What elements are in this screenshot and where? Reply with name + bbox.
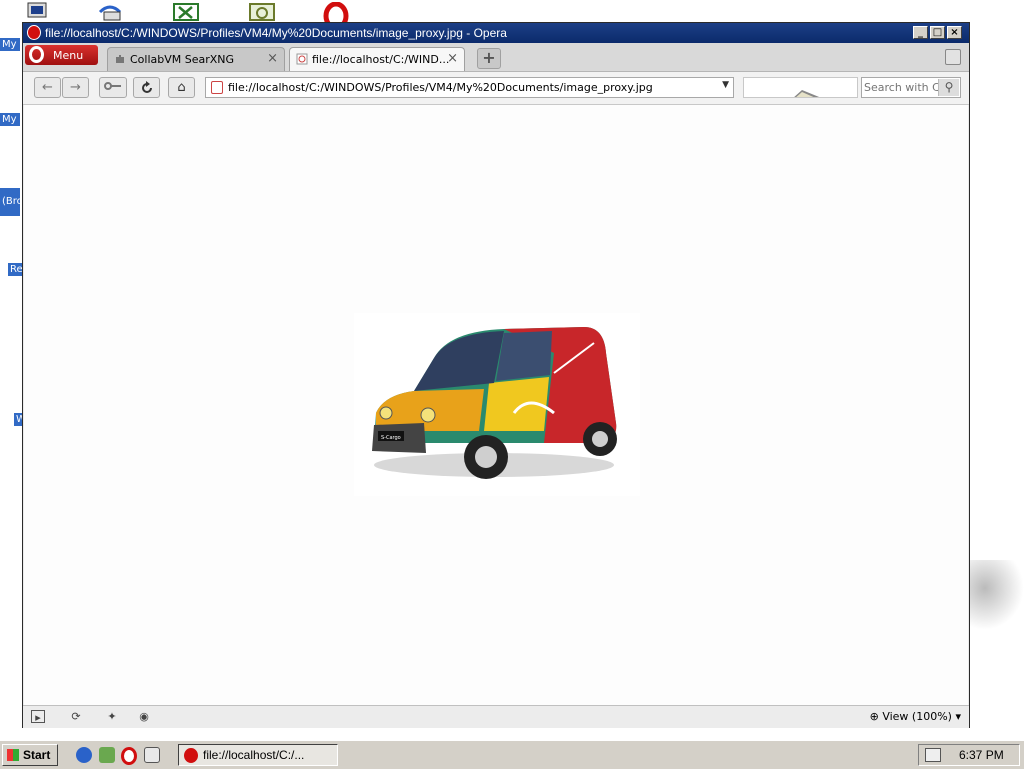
spreadsheet-icon[interactable] [172, 2, 200, 22]
puzzle-icon [116, 55, 124, 63]
zoom-label: View (100%) [882, 710, 952, 723]
taskbar-item-opera[interactable]: file://localhost/C:/... [178, 744, 338, 766]
task-label: file://localhost/C:/... [203, 748, 305, 762]
window-title: file://localhost/C:/WINDOWS/Profiles/VM4… [45, 26, 507, 40]
maximize-button[interactable]: □ [930, 26, 945, 39]
key-button[interactable] [99, 77, 127, 98]
back-button[interactable]: ← [34, 77, 61, 98]
key-icon [104, 82, 121, 90]
tab-image-proxy[interactable]: file://localhost/C:/WIND... × [289, 47, 465, 71]
address-bar[interactable]: file://localhost/C:/WINDOWS/Profiles/VM4… [205, 77, 734, 98]
navigation-bar: ← → ⌂ file://localhost/C:/WINDOWS/Profil… [23, 72, 969, 105]
network-icon[interactable] [96, 2, 124, 22]
reload-icon [141, 81, 152, 93]
desktop-shadow [968, 560, 1024, 630]
opera-logo-icon [27, 25, 41, 40]
tab-searxng[interactable]: CollabVM SearXNG × [107, 47, 285, 71]
address-dropdown-icon[interactable]: ▼ [722, 80, 729, 90]
desktop-label-3[interactable]: (Bro [0, 188, 20, 216]
clock-icon[interactable] [248, 2, 276, 22]
opera-menu-button[interactable]: Menu [25, 45, 98, 65]
start-button[interactable]: Start [2, 744, 58, 766]
turbo-icon[interactable]: ◉ [137, 710, 151, 723]
sync-icon[interactable]: ⟳ [69, 710, 83, 723]
zoom-dropdown-icon: ▾ [955, 710, 961, 723]
opera-icon[interactable] [322, 2, 350, 22]
close-button[interactable]: × [947, 26, 962, 39]
windows-logo-icon [7, 749, 19, 761]
unite-icon[interactable]: ✦ [105, 710, 119, 723]
browser-window: file://localhost/C:/WINDOWS/Profiles/VM4… [22, 22, 970, 728]
car-image[interactable]: S-Cargo [354, 313, 640, 496]
speed-dial-preview [743, 77, 858, 98]
status-bar: ▸ ⟳ ✦ ◉ ⊕ View (100%) ▾ [23, 705, 969, 728]
desktop-label-2[interactable]: My I [0, 113, 20, 126]
opera-menu-icon [29, 46, 44, 63]
van-badge: S-Cargo [381, 435, 401, 441]
my-computer-icon[interactable] [26, 2, 54, 22]
search-box[interactable]: ⚲ [861, 77, 961, 98]
system-tray: 6:37 PM [918, 744, 1020, 766]
page-info-icon [211, 81, 223, 94]
reload-button[interactable] [133, 77, 160, 98]
minimize-button[interactable]: _ [913, 26, 928, 39]
address-input[interactable]: file://localhost/C:/WINDOWS/Profiles/VM4… [228, 81, 653, 94]
zoom-control[interactable]: ⊕ View (100%) ▾ [870, 710, 961, 723]
menu-label: Menu [53, 49, 84, 62]
clock: 6:37 PM [959, 748, 1004, 762]
opera-quicklaunch-icon[interactable] [121, 747, 137, 765]
new-tab-button[interactable]: + [477, 48, 501, 69]
tab-close-icon[interactable]: × [267, 51, 278, 66]
quicklaunch-app-icon[interactable] [144, 747, 160, 763]
trash-icon[interactable] [945, 49, 961, 65]
page-content: S-Cargo [24, 105, 968, 705]
opera-task-icon [184, 748, 198, 763]
tab-bar: Menu CollabVM SearXNG × file://localhost… [23, 43, 969, 72]
tab-label: file://localhost/C:/WIND... [312, 53, 450, 66]
page-icon [296, 53, 308, 65]
search-input[interactable] [864, 80, 938, 95]
forward-button[interactable]: → [62, 77, 89, 98]
home-button[interactable]: ⌂ [168, 77, 195, 98]
start-label: Start [23, 748, 51, 762]
tray-app-icon[interactable] [925, 748, 941, 762]
ie-icon[interactable] [76, 747, 92, 763]
tab-label: CollabVM SearXNG [130, 53, 235, 66]
zoom-icon: ⊕ [869, 710, 879, 723]
desktop-label-1[interactable]: My [0, 38, 20, 51]
preview-thumbnail-icon [794, 90, 820, 97]
title-bar[interactable]: file://localhost/C:/WINDOWS/Profiles/VM4… [23, 23, 969, 43]
search-button[interactable]: ⚲ [938, 79, 959, 96]
panel-toggle-icon[interactable]: ▸ [31, 710, 45, 724]
tab-close-icon[interactable]: × [447, 51, 458, 66]
van-illustration: S-Cargo [372, 327, 617, 479]
taskbar: Start file://localhost/C:/... 6:37 PM [0, 740, 1024, 769]
desktop-icon[interactable] [99, 747, 115, 763]
